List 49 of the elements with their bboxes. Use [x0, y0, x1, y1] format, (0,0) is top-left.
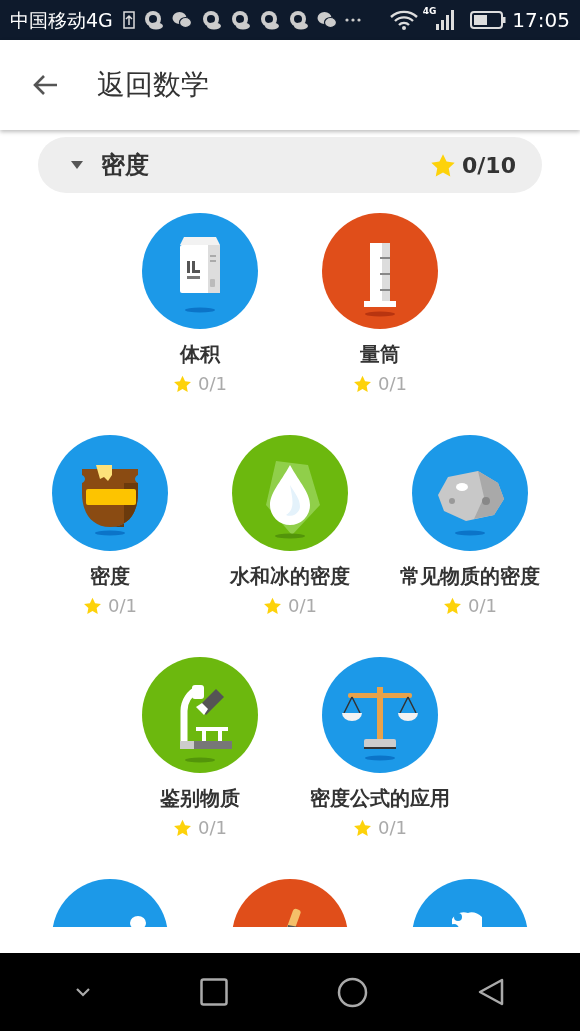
- lesson-score: 0/1: [108, 594, 137, 618]
- star-icon: [353, 818, 372, 837]
- cloud-icon: [142, 10, 163, 30]
- chat-icon: [316, 11, 337, 29]
- cloud-icon: [258, 10, 279, 30]
- lesson-score: 0/1: [198, 372, 227, 396]
- section-score: 0/10: [462, 151, 516, 180]
- back-icon[interactable]: [477, 977, 506, 1007]
- lesson-title: 水和冰的密度: [230, 563, 350, 589]
- battery-icon: [470, 11, 507, 29]
- lesson-icon[interactable]: [52, 435, 168, 551]
- lesson-title: 密度: [90, 563, 130, 589]
- more-icon: [344, 18, 361, 22]
- lesson-score: 0/1: [378, 816, 407, 840]
- cloud-icon: [200, 10, 221, 30]
- lesson-score: 0/1: [468, 594, 497, 618]
- star-icon: [443, 596, 462, 615]
- star-icon: [83, 596, 102, 615]
- lesson-icon[interactable]: [142, 657, 258, 773]
- lesson-score: 0/1: [198, 816, 227, 840]
- page-title: 返回数学: [97, 67, 209, 103]
- carrier-name: 中国移动4G: [10, 7, 113, 33]
- home-icon[interactable]: [337, 976, 369, 1008]
- upload-icon: [122, 11, 135, 29]
- recent-apps-icon[interactable]: [199, 978, 228, 1006]
- lesson-icon[interactable]: [322, 657, 438, 773]
- section-header[interactable]: 密度 0/10: [38, 137, 542, 193]
- cloud-icon: [287, 10, 308, 30]
- chevron-down-icon[interactable]: [74, 987, 91, 997]
- clock: 17:05: [512, 7, 570, 34]
- lesson-title: 常见物质的密度: [400, 563, 540, 589]
- lesson-title: 量筒: [360, 341, 400, 367]
- lesson-score: 0/1: [378, 372, 407, 396]
- lesson-score: 0/1: [288, 594, 317, 618]
- star-icon: [353, 374, 372, 393]
- cloud-icon: [229, 10, 250, 30]
- star-icon: [263, 596, 282, 615]
- lesson-title: 鉴别物质: [160, 785, 240, 811]
- star-icon: [173, 374, 192, 393]
- network-type: 4G: [422, 5, 437, 18]
- lesson-title: 密度公式的应用: [310, 785, 450, 811]
- signal-icon: [436, 10, 457, 30]
- wifi-icon: [388, 9, 419, 31]
- section-title: 密度: [101, 150, 149, 181]
- star-icon: [430, 152, 457, 178]
- star-icon: [173, 818, 192, 837]
- chat-icon: [171, 11, 192, 29]
- lesson-icon[interactable]: [322, 213, 438, 329]
- lesson-title: 体积: [180, 341, 220, 367]
